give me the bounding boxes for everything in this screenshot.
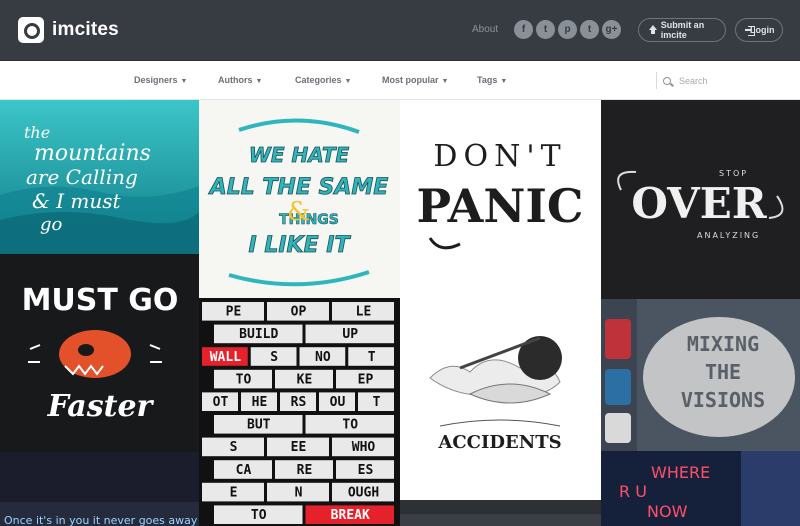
brick-word: HE	[252, 395, 268, 410]
brick-word: LE	[356, 305, 372, 320]
brick-word: S	[230, 440, 238, 455]
facebook-icon[interactable]: f	[514, 20, 533, 39]
brick-word: OU	[330, 395, 346, 410]
brick-word: OT	[213, 395, 229, 410]
mixing-line-1: MIXING	[687, 332, 759, 356]
chevron-down-icon: ▼	[441, 78, 449, 85]
nav-tags[interactable]: Tags ▼	[477, 75, 507, 85]
tile-over-analyzing[interactable]: STOP OVER ANALYZING	[601, 100, 800, 299]
hate-line-1: WE HATE	[249, 143, 350, 167]
login-button[interactable]: Login	[735, 18, 783, 42]
mountains-line-5: go	[40, 214, 63, 235]
accidents-text: ACCIDENTS	[437, 432, 561, 453]
over-line-1: STOP	[719, 169, 748, 178]
brick-word: PE	[226, 305, 242, 320]
hate-line-4: I LIKE IT	[249, 233, 352, 258]
mountains-line-3: are Calling	[26, 165, 138, 189]
brick-word: KE	[297, 372, 313, 387]
nav-categories-label: Categories	[295, 75, 342, 85]
neon-right-line-1: WHERE	[651, 463, 710, 482]
nav-most-popular[interactable]: Most popular ▼	[382, 75, 448, 85]
twitter-icon[interactable]: t	[536, 20, 555, 39]
brick-word: OP	[291, 305, 307, 320]
nav-designers-label: Designers	[134, 75, 178, 85]
tile-we-hate[interactable]: WE HATE ALL THE SAME THINGS I LIKE IT &	[199, 100, 400, 298]
nav-categories[interactable]: Categories ▼	[295, 75, 351, 85]
tile-brick-wall[interactable]: PE OP LE BUILD UP WALL S NO T TO KE EP OT HE RS OU T BUT T…	[199, 298, 400, 526]
nav-tags-label: Tags	[477, 75, 498, 85]
neon-left-text: Once it's in you it never goes away	[4, 514, 198, 526]
upload-icon	[648, 25, 657, 35]
brick-word: T	[373, 395, 381, 410]
neon-right-line-2: R U	[619, 482, 647, 501]
search-input[interactable]	[679, 75, 779, 86]
chevron-down-icon: ▼	[255, 78, 263, 85]
tile-mixing-visions[interactable]: MIXING THE VISIONS	[601, 299, 800, 451]
brick-word: CA	[236, 463, 252, 478]
nav-authors-label: Authors	[218, 75, 253, 85]
logo-icon	[18, 17, 44, 43]
brick-word: BUT	[247, 418, 271, 433]
brick-word: N	[295, 485, 303, 500]
nav-most-popular-label: Most popular	[382, 75, 439, 85]
brick-word: S	[270, 350, 278, 365]
pinterest-icon[interactable]: p	[558, 20, 577, 39]
brick-word: TO	[251, 508, 267, 523]
filter-nav: Designers ▼ Authors ▼ Categories ▼ Most pop…	[0, 61, 800, 100]
logo[interactable]: imcites	[18, 17, 119, 43]
chevron-down-icon: ▼	[344, 78, 352, 85]
tile-must-go-faster[interactable]: MUST GO Faster	[0, 254, 199, 452]
mustgo-line-1: MUST GO	[22, 283, 179, 318]
about-link[interactable]: About	[472, 24, 498, 35]
brick-word: UP	[342, 327, 358, 342]
mountains-line-2: mountains	[34, 141, 151, 166]
brick-word: RE	[297, 463, 313, 478]
brick-word: NO	[315, 350, 331, 365]
tile-dark-strip[interactable]	[400, 500, 601, 526]
brick-word: TO	[342, 418, 358, 433]
mountains-line-1: the	[24, 123, 50, 142]
social-links: f t p t g+	[514, 20, 621, 39]
brick-word: ES	[358, 463, 374, 478]
submit-imcite-label: Submit an imcite	[660, 20, 705, 40]
mountains-line-4: & I must	[32, 189, 122, 213]
mustgo-line-2: Faster	[47, 389, 155, 424]
brand-name: imcites	[52, 19, 119, 40]
brick-word: WHO	[352, 440, 376, 455]
mixing-line-3: VISIONS	[681, 388, 765, 412]
brick-word: RS	[291, 395, 307, 410]
brick-word: EE	[291, 440, 307, 455]
brick-word: E	[230, 485, 238, 500]
over-line-2: OVER	[631, 179, 767, 228]
mixing-line-2: THE	[705, 360, 741, 384]
brick-word: TO	[236, 372, 252, 387]
brick-word: T	[368, 350, 376, 365]
tile-accidents[interactable]: ACCIDENTS	[400, 298, 601, 500]
brick-word: BREAK	[331, 508, 370, 523]
tile-where-r-u-now[interactable]: WHERE R U NOW	[601, 451, 800, 526]
googleplus-icon[interactable]: g+	[602, 20, 621, 39]
submit-imcite-button[interactable]: Submit an imcite	[638, 18, 726, 42]
chevron-down-icon: ▼	[500, 78, 508, 85]
tumblr-icon[interactable]: t	[580, 20, 599, 39]
brick-word: BUILD	[239, 327, 278, 342]
tile-dont-panic[interactable]: DON'T PANIC	[400, 100, 601, 298]
brick-word: EP	[358, 372, 374, 387]
nav-designers[interactable]: Designers ▼	[134, 75, 187, 85]
tile-mountains[interactable]: the mountains are Calling & I must go	[0, 100, 199, 254]
neon-right-line-3: NOW	[647, 502, 688, 521]
brick-word: WALL	[210, 350, 241, 365]
nav-authors[interactable]: Authors ▼	[218, 75, 262, 85]
chevron-down-icon: ▼	[180, 78, 188, 85]
top-header: imcites About f t p t g+ Submit an imcit…	[0, 0, 800, 61]
search-box	[656, 72, 786, 89]
over-line-3: ANALYZING	[697, 231, 760, 240]
ampersand-ornament: &	[287, 197, 310, 227]
brick-word: OUGH	[348, 485, 379, 500]
panic-line-1: DON'T	[433, 139, 566, 174]
tile-neon-left[interactable]: Once it's in you it never goes away	[0, 452, 199, 526]
panic-line-2: PANIC	[416, 179, 583, 233]
search-icon	[663, 76, 671, 85]
